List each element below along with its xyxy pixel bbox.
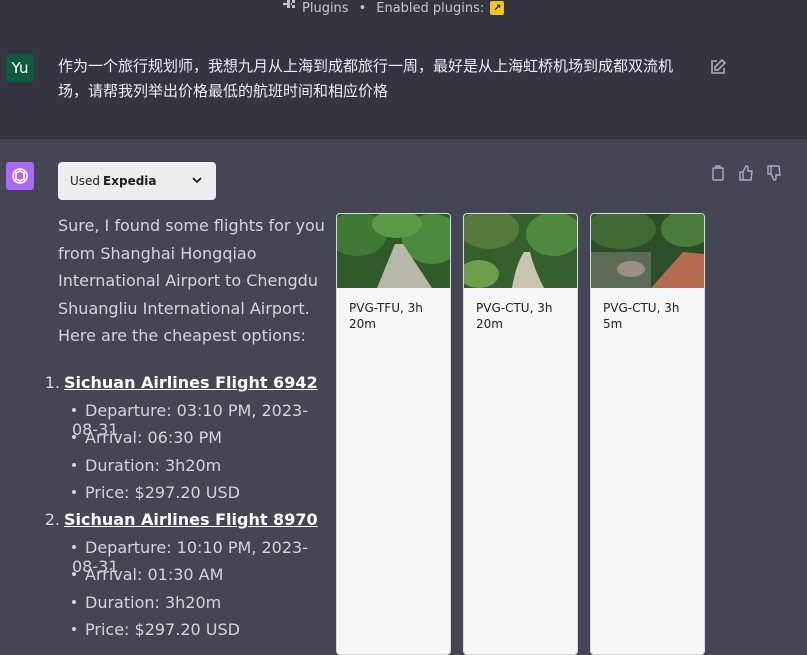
openai-logo-icon: [12, 168, 28, 184]
flight-detail: Arrival: 06:30 PM: [72, 428, 222, 447]
user-message-text: 作为一个旅行规划师，我想九月从上海到成都旅行一周，最好是从上海虹桥机场到成都双流…: [58, 57, 674, 100]
flight-detail: Price: $297.20 USD: [72, 620, 240, 639]
user-avatar: Yu: [6, 54, 34, 82]
used-plugin-dropdown[interactable]: Used Expedia: [58, 162, 216, 200]
list-number: 1.: [44, 373, 60, 392]
puzzle-icon: [282, 0, 296, 17]
chevron-down-icon: [192, 177, 202, 184]
expedia-plugin-icon[interactable]: ↗: [490, 1, 505, 15]
plugins-label: Plugins: [302, 0, 349, 16]
used-plugin-name: Expedia: [103, 174, 157, 188]
intro-text: Sure, I found some flights for you from …: [58, 216, 325, 345]
thumbs-down-icon[interactable]: [766, 165, 782, 181]
flight-detail: Duration: 3h20m: [72, 456, 221, 475]
used-prefix: Used: [70, 174, 101, 188]
card-caption: PVG-TFU, 3h 20m: [349, 301, 423, 331]
enabled-plugins-label: Enabled plugins:: [376, 0, 485, 16]
edit-icon[interactable]: [709, 58, 727, 76]
garden-path-image: [464, 214, 577, 288]
garden-pond-image: [591, 214, 704, 288]
flight-link[interactable]: Sichuan Airlines Flight 8970: [64, 510, 318, 529]
flight-card[interactable]: PVG-CTU, 3h 20m: [463, 213, 578, 655]
separator-dot: •: [358, 0, 367, 16]
flight-card[interactable]: PVG-TFU, 3h 20m: [336, 213, 451, 655]
list-number: 2.: [44, 510, 60, 529]
flight-cards: PVG-TFU, 3h 20m PVG-CTU, 3h 20m PVG-CTU,…: [336, 213, 705, 655]
message-actions: [710, 165, 782, 181]
flight-detail: Arrival: 01:30 AM: [72, 565, 223, 584]
flight-card[interactable]: PVG-CTU, 3h 5m: [590, 213, 705, 655]
garden-path-image: [337, 214, 450, 288]
flight-detail: Duration: 3h20m: [72, 593, 221, 612]
flight-detail: Price: $297.20 USD: [72, 483, 240, 502]
flight-link[interactable]: Sichuan Airlines Flight 6942: [64, 373, 318, 392]
thumbs-up-icon[interactable]: [738, 165, 754, 181]
copy-icon[interactable]: [710, 165, 726, 181]
plugins-info: Plugins • Enabled plugins: ↗: [282, 0, 505, 17]
assistant-avatar: [6, 162, 34, 190]
assistant-intro: Sure, I found some flights for you from …: [58, 212, 326, 350]
card-caption: PVG-CTU, 3h 20m: [476, 301, 553, 331]
card-caption: PVG-CTU, 3h 5m: [603, 301, 680, 331]
